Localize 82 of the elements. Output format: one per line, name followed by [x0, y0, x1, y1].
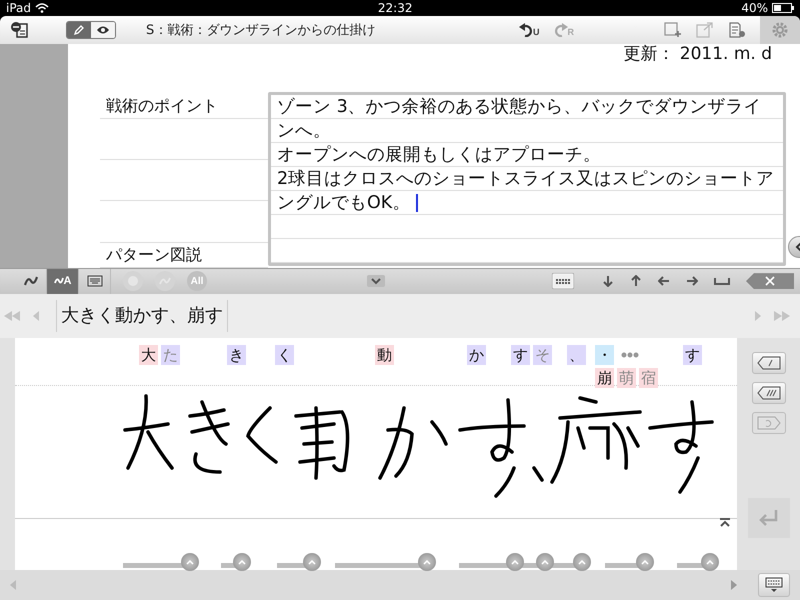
wifi-icon	[35, 2, 50, 13]
keyboard-icon[interactable]	[552, 273, 574, 290]
candidate-chip[interactable]: 動	[375, 345, 394, 366]
segment-handle[interactable]	[233, 553, 251, 572]
space-icon[interactable]	[714, 277, 730, 286]
segment-handle[interactable]	[536, 553, 554, 572]
segment-handle[interactable]	[701, 553, 719, 572]
right-triangle-icon	[755, 311, 761, 322]
clear-button[interactable]	[752, 382, 786, 404]
document-title: S：戦術：ダウンザラインからの仕掛け	[146, 22, 376, 39]
caret-up-icon	[541, 559, 549, 566]
left-arrow-icon[interactable]	[658, 275, 670, 288]
updated-date: 更新： 2011. m. d	[622, 44, 773, 64]
stroke-icon	[24, 275, 38, 288]
handwrite-mode-button[interactable]: A	[47, 268, 79, 294]
right-triangle-icon[interactable]	[731, 580, 737, 590]
candidate-chip[interactable]: か	[467, 345, 486, 366]
candidate-chip[interactable]: く	[275, 345, 294, 366]
restore-icon	[756, 416, 780, 430]
stroke-icon	[54, 276, 64, 286]
down-arrow-icon[interactable]	[602, 275, 614, 288]
collapse-up-icon[interactable]	[719, 518, 731, 528]
eye-toggle[interactable]	[91, 22, 115, 38]
enter-icon	[758, 509, 778, 528]
segment-handle[interactable]	[506, 553, 524, 572]
double-right-triangle-icon	[774, 311, 790, 322]
segment-handle[interactable]	[181, 553, 199, 572]
backspace-button[interactable]	[752, 352, 786, 374]
close-icon	[765, 276, 775, 286]
caret-up-icon	[641, 559, 649, 566]
enter-button[interactable]	[748, 498, 790, 538]
stroke-icon	[159, 276, 171, 286]
double-left-triangle-icon	[4, 311, 20, 322]
segment-handle[interactable]	[636, 553, 654, 572]
chevron-down-icon[interactable]	[366, 275, 384, 288]
backspace-icon	[756, 356, 780, 370]
pencil-toggle[interactable]	[67, 22, 91, 38]
segment-handle[interactable]	[303, 553, 321, 572]
caret-up-icon	[578, 559, 586, 566]
right-arrow-icon[interactable]	[686, 275, 698, 288]
undo-button[interactable]: U	[519, 22, 540, 37]
writing-canvas[interactable]: 大 た き く 動 か す そ 、 ・ 崩 萌 宿 す	[15, 338, 737, 570]
candidate-chip[interactable]: 崩	[595, 368, 614, 388]
segment-handle[interactable]	[418, 553, 436, 572]
document-minus-icon[interactable]	[10, 20, 30, 39]
pencil-icon	[73, 24, 85, 36]
device-name: iPad	[6, 0, 32, 15]
caret-up-icon	[423, 559, 431, 566]
candidate-chip[interactable]: 、	[567, 345, 586, 366]
caret-up-icon	[238, 559, 246, 566]
candidate-chip[interactable]: 大	[139, 345, 158, 366]
text-cursor	[416, 194, 418, 212]
candidate-chip[interactable]: き	[227, 345, 246, 366]
circle-icon	[127, 275, 139, 288]
conversion-text: 大きく動かす、崩す	[56, 300, 228, 332]
clear-strokes-icon	[756, 386, 780, 400]
document-settings-icon[interactable]	[728, 22, 746, 38]
caret-up-icon	[186, 559, 194, 566]
keyboard-icon	[764, 577, 784, 594]
settings-icon	[771, 20, 789, 39]
caret-up-icon	[511, 559, 519, 566]
eye-icon	[96, 24, 110, 35]
caret-up-icon	[308, 559, 316, 566]
candidate-chip[interactable]: す	[683, 345, 702, 366]
export-icon[interactable]	[696, 22, 714, 38]
add-page-icon[interactable]	[664, 22, 682, 38]
settings-button[interactable]	[760, 16, 800, 44]
caret-up-icon	[706, 559, 714, 566]
hide-keyboard-button[interactable]	[758, 573, 790, 598]
up-arrow-icon[interactable]	[630, 275, 642, 288]
battery-icon	[772, 2, 794, 13]
redo-icon	[554, 22, 568, 37]
battery-percent: 40%	[741, 0, 768, 15]
candidate-chip[interactable]: ・	[595, 345, 614, 366]
keyboard-icon	[86, 275, 102, 288]
segment-handle[interactable]	[573, 553, 591, 572]
delete-button[interactable]	[746, 273, 794, 290]
text-field[interactable]: ゾーン 3、かつ余裕のある状態から、バックでダウンザラインへ。 オープンへの展開もしくはアプローチ。 2球目はクロスへのショートスライス又はスピンのショートアングルでもOK。	[268, 92, 786, 266]
left-triangle-icon	[33, 311, 39, 322]
clock-time: 22:32	[378, 0, 412, 15]
undo-icon	[519, 22, 533, 37]
candidate-chip[interactable]: す	[511, 345, 530, 366]
